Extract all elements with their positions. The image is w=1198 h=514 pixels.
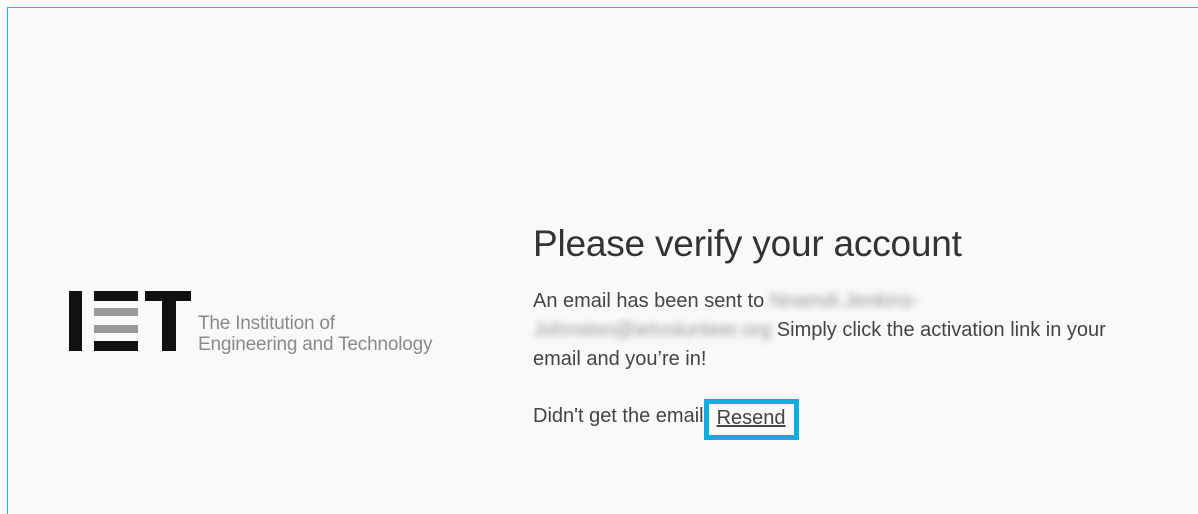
iet-logo-text: The Institution of Engineering and Techn… [198, 313, 432, 355]
resend-prompt: Didn't get the email [533, 405, 704, 427]
page-title: Please verify your account [533, 223, 962, 264]
iet-logo: The Institution of Engineering and Techn… [69, 291, 469, 361]
resend-highlight: Resend [703, 399, 799, 440]
verify-panel: The Institution of Engineering and Techn… [7, 7, 1198, 514]
resend-link[interactable]: Resend [717, 407, 786, 429]
message-prefix: An email has been sent to [533, 290, 765, 312]
verify-content: Please verify your account An email has … [533, 223, 1173, 440]
iet-logo-mark [69, 291, 191, 351]
verify-message: An email has been sent to Nnamdi.Jenkins… [533, 287, 1153, 374]
resend-row: Didn't get the email Resend [533, 397, 1173, 440]
logo-line-2: Engineering and Technology [198, 334, 433, 355]
logo-line-1: The Institution of [198, 313, 335, 334]
